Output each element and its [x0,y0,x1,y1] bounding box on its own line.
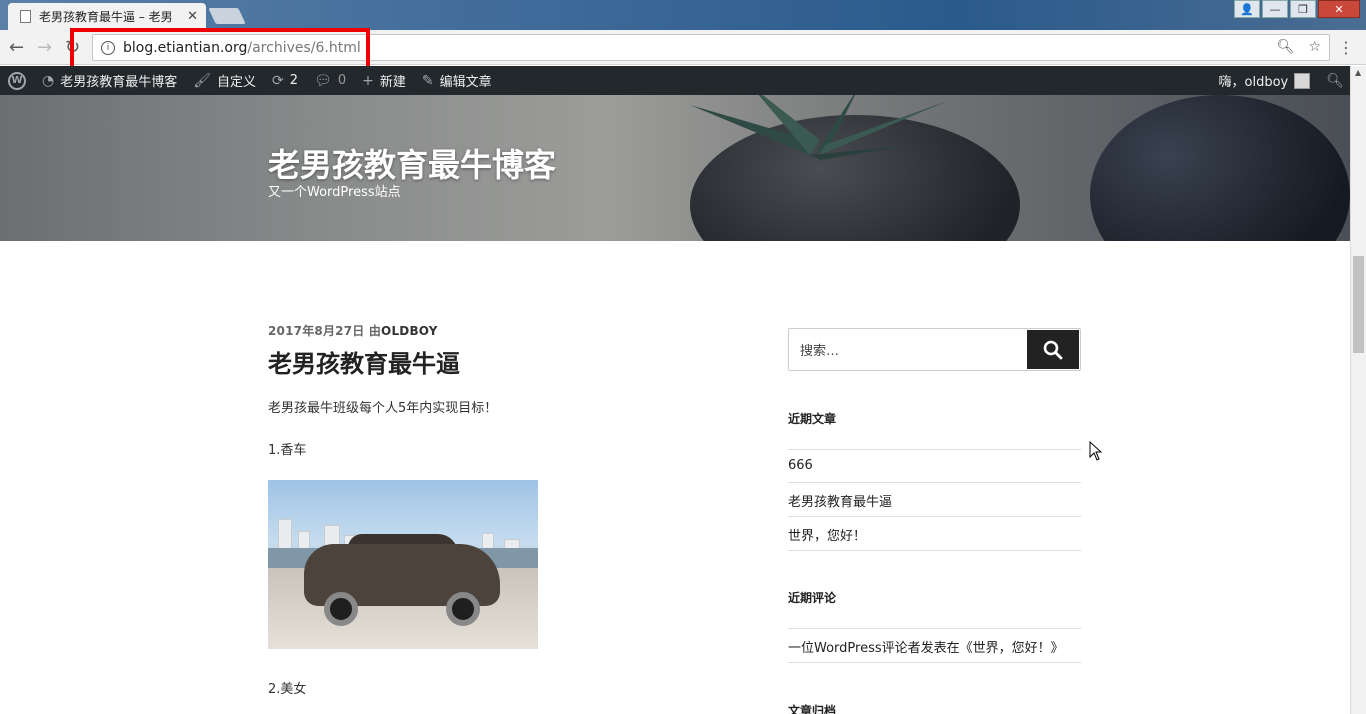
divider [788,482,1081,483]
post-item-car: 1.香车 [268,443,307,458]
admin-site-name[interactable]: ◔ 老男孩教育最牛博客 [34,66,185,95]
search-button[interactable] [1027,330,1079,369]
brush-icon: 🖌︎ [193,72,212,89]
admin-new[interactable]: + 新建 [354,66,414,95]
forward-arrow-icon[interactable]: → [37,37,52,58]
admin-customize[interactable]: 🖌︎ 自定义 [185,66,264,95]
divider [788,516,1081,517]
divider [788,628,1081,629]
bookmark-star-icon[interactable]: ☆ [1308,39,1321,55]
recent-post-link[interactable]: 世界，您好！ [788,525,866,544]
admin-updates-count: 2 [289,73,299,88]
car-image [268,480,538,649]
tab-title: 老男孩教育最牛逼 – 老男 [39,10,173,24]
new-tab-button[interactable] [208,8,246,24]
updates-icon: ⟳ [272,72,284,89]
wordpress-logo-icon: W [8,71,26,90]
divider [788,550,1081,551]
admin-comments[interactable]: 💬︎ 0 [306,66,354,95]
wp-logo-menu[interactable]: W [0,66,34,95]
recent-post-link[interactable]: 老男孩教育最牛逼 [788,491,892,510]
image-car-wheel [324,592,358,626]
minimize-button[interactable]: — [1262,0,1288,18]
post-author[interactable]: OLDBOY [381,324,438,338]
browser-tabstrip: 老男孩教育最牛逼 – 老男 ✕ 👤 — ❐ ✕ [0,0,1366,30]
admin-customize-label: 自定义 [217,75,257,90]
post-date[interactable]: 2017年8月27日 [268,324,364,338]
admin-account[interactable]: 嗨，oldboy [1211,66,1319,95]
scroll-up-icon[interactable]: ▲ [1355,68,1361,77]
comment-icon: 💬︎ [314,72,332,89]
pencil-icon: ✎ [421,72,434,89]
admin-site-name-label: 老男孩教育最牛博客 [60,75,178,90]
page-scrollbar[interactable]: ▲ [1350,66,1366,714]
close-window-button[interactable]: ✕ [1318,0,1360,18]
post-paragraph: 老男孩最牛班级每个人5年内实现目标！ [268,401,498,416]
admin-new-label: 新建 [379,75,406,90]
recent-post-link[interactable]: 666 [788,458,813,473]
wp-admin-bar: W ◔ 老男孩教育最牛博客 🖌︎ 自定义 ⟳ 2 💬︎ 0 + 新建 ✎ 编辑文… [0,66,1366,95]
admin-comments-count: 0 [337,73,347,88]
url-highlight-box [70,28,370,70]
post-title: 老男孩教育最牛逼 [268,350,460,378]
browser-menu-icon[interactable]: ⋮ [1338,38,1354,57]
admin-greeting: 嗨，oldboy [1218,75,1289,90]
scrollbar-thumb[interactable] [1353,256,1364,353]
avatar [1294,72,1311,89]
dashboard-icon: ◔ [42,72,55,89]
admin-edit-post-label: 编辑文章 [439,75,492,90]
window-controls: 👤 — ❐ ✕ [1234,0,1360,18]
search-form: 搜索… [788,328,1081,371]
image-car-wheel [446,592,480,626]
divider [788,449,1081,450]
header-decor-dark [1090,95,1350,241]
profile-icon[interactable]: 👤 [1234,0,1260,18]
post-item-beauty: 2.美女 [268,682,307,697]
mouse-cursor-icon [1089,441,1103,461]
close-tab-icon[interactable]: ✕ [187,9,198,24]
document-icon [20,10,31,23]
recent-posts-title: 近期文章 [788,412,837,426]
site-title[interactable]: 老男孩教育最牛博客 [268,140,556,186]
search-icon: 🔍︎ [1326,72,1344,89]
archives-title: 文章归档 [788,704,837,714]
header-decor-leaves [690,95,950,160]
maximize-button[interactable]: ❐ [1290,0,1316,18]
post-by: 由 [368,324,382,338]
divider [788,662,1081,663]
site-description: 又一个WordPress站点 [268,185,401,200]
admin-edit-post[interactable]: ✎ 编辑文章 [414,66,500,95]
post-meta: 2017年8月27日 由OLDBOY [268,322,438,339]
browser-tab[interactable]: 老男孩教育最牛逼 – 老男 ✕ [8,3,206,30]
admin-updates[interactable]: ⟳ 2 [264,66,306,95]
header-image: 老男孩教育最牛博客 又一个WordPress站点 [0,95,1350,241]
recent-comment-link[interactable]: 一位WordPress评论者发表在《世界，您好！》 [788,637,1064,656]
search-icon [1043,340,1063,359]
back-arrow-icon[interactable]: ← [9,37,24,58]
plus-icon: + [362,72,374,89]
recent-comments-title: 近期评论 [788,591,837,605]
zoom-icon[interactable]: 🔍︎ [1277,39,1295,55]
